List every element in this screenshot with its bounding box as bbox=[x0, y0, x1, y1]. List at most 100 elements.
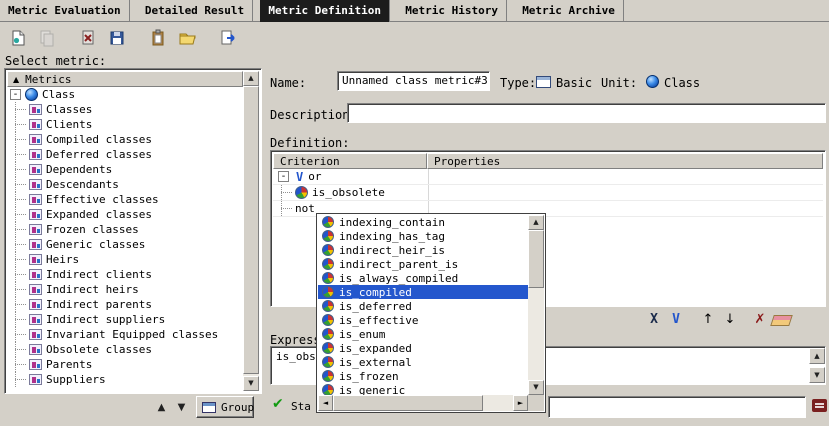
criterion-row-or[interactable]: - V or bbox=[273, 169, 823, 185]
scroll-up-icon[interactable]: ▲ bbox=[528, 215, 544, 230]
scrollbar-thumb[interactable] bbox=[243, 86, 259, 374]
tree-item[interactable]: Compiled classes bbox=[7, 132, 243, 147]
move-criterion-down-button[interactable]: ↓ bbox=[720, 311, 740, 329]
tree-item[interactable]: Heirs bbox=[7, 252, 243, 267]
criterion-option-label: indirect_heir_is bbox=[339, 244, 445, 257]
scroll-down-icon[interactable]: ▼ bbox=[243, 376, 259, 391]
criterion-option[interactable]: indirect_parent_is bbox=[318, 257, 528, 271]
criterion-option[interactable]: is_expanded bbox=[318, 341, 528, 355]
criterion-row-is-obsolete[interactable]: is_obsolete bbox=[273, 185, 823, 201]
criterion-icon bbox=[322, 384, 334, 395]
tree-item[interactable]: Deferred classes bbox=[7, 147, 243, 162]
metric-icon bbox=[29, 224, 42, 235]
criterion-icon bbox=[322, 328, 334, 340]
tree-scrollbar[interactable]: ▲ ▼ bbox=[243, 71, 259, 391]
or-operator-button[interactable]: V bbox=[666, 311, 686, 329]
tree-item[interactable]: Frozen classes bbox=[7, 222, 243, 237]
basic-type-icon bbox=[536, 76, 551, 88]
description-input[interactable] bbox=[347, 103, 826, 123]
tree-item[interactable]: Indirect heirs bbox=[7, 282, 243, 297]
delete-metric-button[interactable] bbox=[76, 26, 100, 50]
scrollbar-thumb[interactable] bbox=[528, 230, 544, 288]
delete-criterion-button[interactable]: ✗ bbox=[750, 311, 770, 329]
comment-icon[interactable] bbox=[812, 399, 827, 412]
scrollbar-thumb[interactable] bbox=[333, 395, 483, 411]
tree-connector bbox=[15, 357, 29, 372]
scroll-down-icon[interactable]: ▼ bbox=[528, 380, 544, 395]
export-metric-button[interactable] bbox=[216, 26, 240, 50]
tree-item[interactable]: Indirect suppliers bbox=[7, 312, 243, 327]
dropdown-vertical-scrollbar[interactable]: ▲ ▼ bbox=[528, 215, 544, 395]
name-input[interactable]: Unnamed class metric#3 bbox=[337, 71, 490, 91]
save-metric-button[interactable] bbox=[105, 26, 129, 50]
tree-item[interactable]: Indirect parents bbox=[7, 297, 243, 312]
tab-metric-evaluation[interactable]: Metric Evaluation bbox=[0, 0, 130, 22]
unit-class-icon bbox=[646, 75, 659, 88]
comment-input[interactable] bbox=[548, 396, 806, 418]
dropdown-horizontal-scrollbar[interactable]: ◄ ► bbox=[318, 395, 528, 411]
group-toggle-button[interactable]: Group bbox=[196, 396, 254, 418]
scroll-down-icon[interactable]: ▼ bbox=[809, 367, 825, 383]
criterion-label: or bbox=[308, 170, 321, 183]
scroll-up-icon[interactable]: ▲ bbox=[243, 71, 259, 86]
open-folder-icon bbox=[178, 29, 196, 47]
properties-column-header[interactable]: Properties bbox=[427, 153, 823, 169]
criterion-option[interactable]: is_effective bbox=[318, 313, 528, 327]
tree-item[interactable]: Classes bbox=[7, 102, 243, 117]
tab-metric-archive[interactable]: Metric Archive bbox=[514, 0, 624, 22]
criterion-dropdown-list: indexing_contain indexing_has_tag indire… bbox=[318, 215, 528, 395]
tree-item[interactable]: Descendants bbox=[7, 177, 243, 192]
new-metric-button[interactable] bbox=[6, 26, 30, 50]
criterion-option[interactable]: is_generic bbox=[318, 383, 528, 395]
criterion-option[interactable]: indexing_contain bbox=[318, 215, 528, 229]
tree-item[interactable]: Effective classes bbox=[7, 192, 243, 207]
tree-item[interactable]: Parents bbox=[7, 357, 243, 372]
criterion-option[interactable]: is_enum bbox=[318, 327, 528, 341]
criterion-option-label: indexing_has_tag bbox=[339, 230, 445, 243]
metric-icon bbox=[29, 119, 42, 130]
import-metric-button[interactable] bbox=[146, 26, 170, 50]
criterion-option[interactable]: indexing_has_tag bbox=[318, 229, 528, 243]
criterion-option[interactable]: is_compiled bbox=[318, 285, 528, 299]
eraser-icon[interactable] bbox=[770, 315, 793, 326]
criterion-dropdown: indexing_contain indexing_has_tag indire… bbox=[316, 213, 546, 413]
metric-icon bbox=[29, 344, 42, 355]
criterion-option-label: is_expanded bbox=[339, 342, 412, 355]
x-operator-button[interactable]: X bbox=[644, 311, 664, 329]
criterion-option[interactable]: is_external bbox=[318, 355, 528, 369]
move-metric-down-button[interactable]: ▼ bbox=[173, 399, 190, 416]
tree-item[interactable]: Obsolete classes bbox=[7, 342, 243, 357]
criterion-option[interactable]: indirect_heir_is bbox=[318, 243, 528, 257]
tree-connector bbox=[15, 162, 29, 177]
tree-item[interactable]: Expanded classes bbox=[7, 207, 243, 222]
tree-item[interactable]: Clients bbox=[7, 117, 243, 132]
metric-icon bbox=[29, 149, 42, 160]
criterion-option[interactable]: is_deferred bbox=[318, 299, 528, 313]
criterion-column-header[interactable]: Criterion bbox=[273, 153, 427, 169]
tab-detailed-result[interactable]: Detailed Result bbox=[137, 0, 253, 22]
new-metric-icon bbox=[9, 29, 27, 47]
expression-scrollbar[interactable]: ▲ ▼ bbox=[809, 348, 825, 383]
scroll-right-icon[interactable]: ► bbox=[513, 395, 528, 411]
tree-item[interactable]: Dependents bbox=[7, 162, 243, 177]
metric-tree-header[interactable]: ▲ Metrics bbox=[7, 71, 243, 87]
tree-item[interactable]: Invariant Equipped classes bbox=[7, 327, 243, 342]
criterion-option[interactable]: is_always_compiled bbox=[318, 271, 528, 285]
collapse-icon[interactable]: - bbox=[10, 89, 21, 100]
tab-metric-definition[interactable]: Metric Definition bbox=[260, 0, 390, 22]
move-criterion-up-button[interactable]: ↑ bbox=[698, 311, 718, 329]
tree-item-class-root[interactable]: - Class bbox=[7, 87, 243, 102]
scroll-left-icon[interactable]: ◄ bbox=[318, 395, 333, 411]
tree-item[interactable]: Suppliers bbox=[7, 372, 243, 387]
tree-connector bbox=[15, 147, 29, 162]
collapse-icon[interactable]: - bbox=[278, 171, 289, 182]
tab-metric-history[interactable]: Metric History bbox=[397, 0, 507, 22]
tree-item[interactable]: Generic classes bbox=[7, 237, 243, 252]
unit-label: Unit: bbox=[601, 76, 637, 90]
copy-metric-button[interactable] bbox=[35, 26, 59, 50]
tree-item[interactable]: Indirect clients bbox=[7, 267, 243, 282]
criterion-option[interactable]: is_frozen bbox=[318, 369, 528, 383]
scroll-up-icon[interactable]: ▲ bbox=[809, 348, 825, 364]
move-metric-up-button[interactable]: ▲ bbox=[153, 399, 170, 416]
open-metric-button[interactable] bbox=[175, 26, 199, 50]
